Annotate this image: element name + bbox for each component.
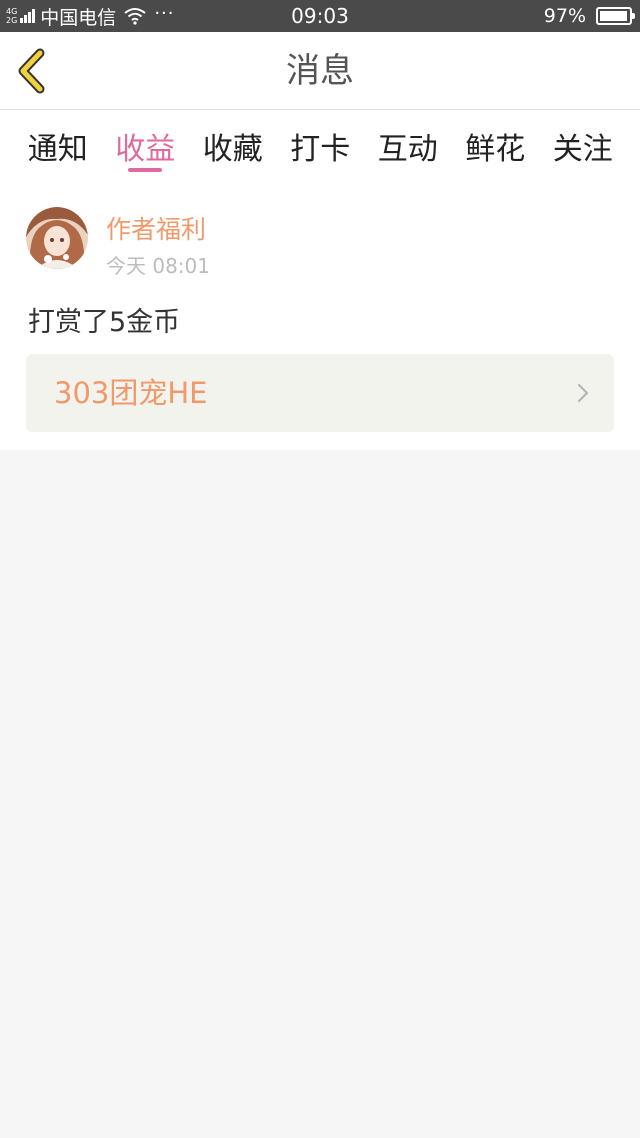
status-right: 97%	[543, 0, 635, 32]
page-title: 消息	[286, 51, 354, 91]
tab-label: 通知	[27, 132, 88, 167]
tab-follow[interactable]: 关注	[539, 110, 627, 168]
author-name[interactable]: 作者福利	[106, 210, 206, 246]
tab-label: 鲜花	[465, 132, 526, 167]
message-card: 作者福利 今天 08:01 打赏了5金币 303团宠HE	[0, 182, 640, 450]
tab-label: 关注	[552, 132, 613, 167]
battery-icon	[596, 7, 635, 25]
tab-interaction[interactable]: 互动	[364, 110, 452, 168]
battery-percent: 97%	[543, 5, 586, 27]
message-text: 打赏了5金币	[28, 307, 181, 338]
tab-active-indicator	[128, 168, 163, 172]
tab-label: 收藏	[202, 132, 263, 167]
tab-checkin[interactable]: 打卡	[277, 110, 365, 168]
book-link-label: 303团宠HE	[54, 376, 208, 410]
tab-bar: 通知 收益 收藏 打卡 互动 鲜花 关注	[0, 110, 640, 182]
tab-earnings[interactable]: 收益	[102, 110, 190, 172]
avatar[interactable]	[26, 207, 88, 269]
tab-favorites[interactable]: 收藏	[189, 110, 277, 168]
nav-bar: 消息	[0, 32, 640, 110]
status-bar: 4G 2G 中国电信 ··· 09:03 97%	[0, 0, 640, 32]
chevron-right-icon	[577, 383, 589, 403]
tab-label: 打卡	[290, 132, 351, 167]
post-time: 今天 08:01	[106, 254, 210, 278]
tab-label: 互动	[377, 132, 438, 167]
book-link[interactable]: 303团宠HE	[26, 354, 614, 432]
battery-fill	[600, 11, 628, 21]
tab-flowers[interactable]: 鲜花	[452, 110, 540, 168]
tab-notice[interactable]: 通知	[14, 110, 102, 168]
tab-label: 收益	[115, 132, 176, 167]
